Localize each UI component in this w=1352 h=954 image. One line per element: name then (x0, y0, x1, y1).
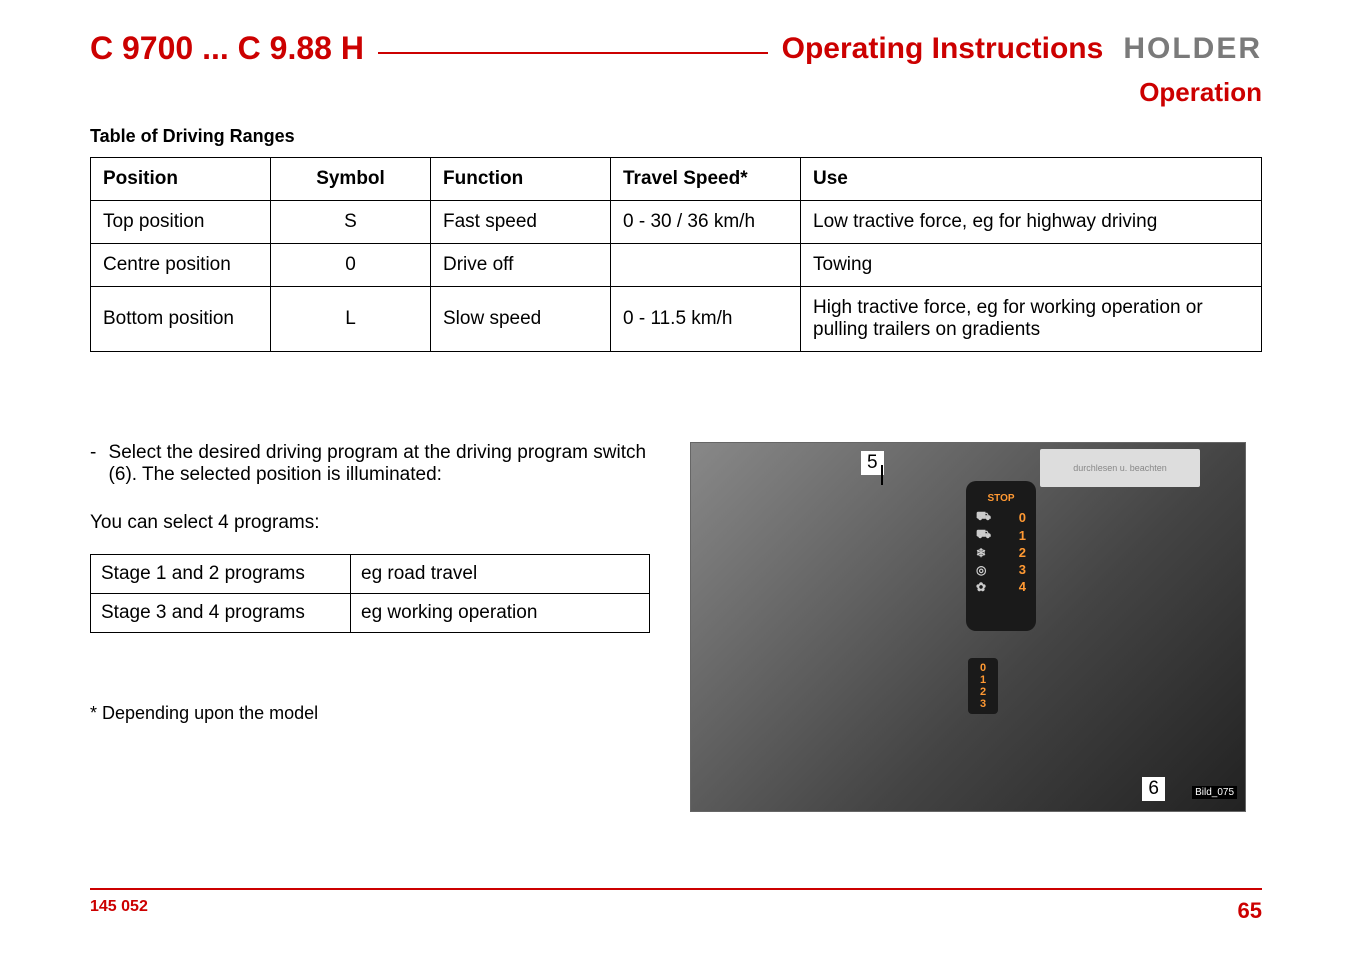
header-rule (378, 52, 768, 54)
callout-6: 6 (1142, 777, 1165, 801)
program-stage: Stage 3 and 4 programs (91, 594, 351, 633)
tractor-icon: ⛟ (976, 509, 991, 525)
cell-position: Bottom position (91, 287, 271, 352)
instruction-text: Select the desired driving program at th… (109, 442, 650, 486)
panel-num: 2 (972, 686, 994, 698)
cell-use: Low tractive force, eg for highway drivi… (801, 201, 1262, 244)
driving-ranges-table: Position Symbol Function Travel Speed* U… (90, 157, 1262, 352)
programs-intro: You can select 4 programs: (90, 512, 650, 534)
gear-icon: ✿ (976, 580, 986, 594)
section-title: Operation (90, 77, 1262, 108)
cell-symbol: S (271, 201, 431, 244)
document-title: Operating Instructions (782, 32, 1104, 66)
th-function: Function (431, 158, 611, 201)
cell-symbol: 0 (271, 244, 431, 287)
cell-function: Drive off (431, 244, 611, 287)
panel-num: 4 (1019, 579, 1026, 594)
left-column: - Select the desired driving program at … (90, 442, 650, 812)
th-position: Position (91, 158, 271, 201)
panel-num: 0 (972, 662, 994, 674)
tractor-icon: ⛟ (976, 527, 991, 543)
table-row: Top position S Fast speed 0 - 30 / 36 km… (91, 201, 1262, 244)
panel-num: 3 (972, 698, 994, 710)
footnote: * Depending upon the model (90, 703, 650, 724)
cell-use: Towing (801, 244, 1262, 287)
program-use: eg working operation (351, 594, 650, 633)
cell-speed: 0 - 30 / 36 km/h (611, 201, 801, 244)
table-row: Stage 3 and 4 programs eg working operat… (91, 594, 650, 633)
cell-symbol: L (271, 287, 431, 352)
instruction-bullet: - Select the desired driving program at … (90, 442, 650, 486)
table-row: Bottom position L Slow speed 0 - 11.5 km… (91, 287, 1262, 352)
dashboard-photo: durchlesen u. beachten 5 STOP ⛟0 ⛟1 ❄2 ◎… (690, 442, 1246, 812)
table-caption: Table of Driving Ranges (90, 126, 1262, 147)
program-stage: Stage 1 and 2 programs (91, 555, 351, 594)
cell-function: Slow speed (431, 287, 611, 352)
panel-num: 0 (1019, 510, 1026, 525)
page-footer: 145 052 65 (90, 888, 1262, 924)
footer-page-number: 65 (1238, 898, 1262, 924)
program-switch-panel: STOP ⛟ 0 ⛟ 1 ❄ 2 ◎ 3 ✿ 4 (966, 481, 1036, 631)
panel-num: 1 (1019, 528, 1026, 543)
panel-num: 3 (1019, 562, 1026, 577)
panel-num: 1 (972, 674, 994, 686)
cell-speed: 0 - 11.5 km/h (611, 287, 801, 352)
leader-line (881, 465, 883, 485)
cell-function: Fast speed (431, 201, 611, 244)
table-row: Stage 1 and 2 programs eg road travel (91, 555, 650, 594)
programs-table: Stage 1 and 2 programs eg road travel St… (90, 554, 650, 633)
cell-speed (611, 244, 801, 287)
footer-doc-number: 145 052 (90, 898, 148, 924)
panel-num: 2 (1019, 545, 1026, 560)
cell-position: Top position (91, 201, 271, 244)
program-use: eg road travel (351, 555, 650, 594)
cell-use: High tractive force, eg for working oper… (801, 287, 1262, 352)
page-header: C 9700 ... C 9.88 H Operating Instructio… (90, 30, 1262, 67)
snow-icon: ❄ (976, 546, 986, 560)
image-reference: Bild_075 (1192, 786, 1237, 799)
logo-text: HOLDER (1123, 32, 1262, 65)
th-use: Use (801, 158, 1262, 201)
gear-icon: ◎ (976, 563, 986, 577)
brand-logo: HOLDER (1123, 32, 1262, 66)
body-content: - Select the desired driving program at … (90, 442, 1262, 812)
model-title: C 9700 ... C 9.88 H (90, 30, 364, 67)
table-row: Centre position 0 Drive off Towing (91, 244, 1262, 287)
stop-label: STOP (972, 493, 1030, 504)
th-symbol: Symbol (271, 158, 431, 201)
bullet-dash: - (90, 442, 109, 486)
warning-sticker: durchlesen u. beachten (1040, 449, 1200, 487)
th-speed: Travel Speed* (611, 158, 801, 201)
lower-selector-panel: 0 1 2 3 (968, 658, 998, 714)
cell-position: Centre position (91, 244, 271, 287)
